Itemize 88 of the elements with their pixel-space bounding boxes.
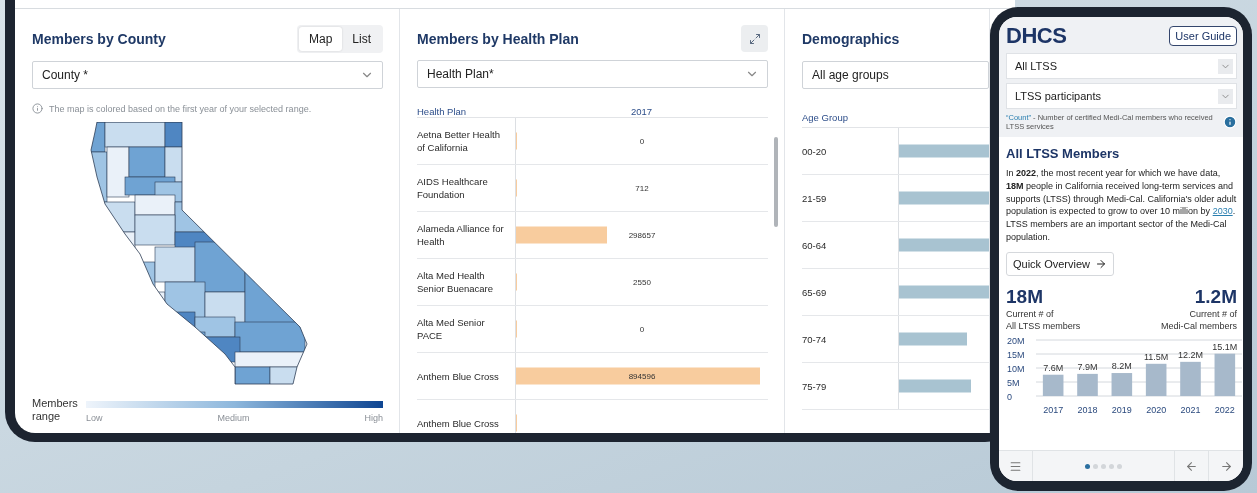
bar-value: 0 <box>639 324 645 334</box>
age-group-dropdown[interactable]: All age groups <box>802 61 989 89</box>
table-cell-text: Alta Med Health Senior Buenacare <box>417 269 495 296</box>
scrollbar[interactable] <box>774 137 778 227</box>
stat-label: Current # of <box>1189 307 1237 320</box>
stat-label: All LTSS members <box>1006 319 1081 332</box>
chevron-icon <box>1218 58 1233 74</box>
bar-value: 712 <box>635 183 649 193</box>
bar-value: 2550 <box>633 277 651 287</box>
year-label: 2018 <box>1077 404 1098 415</box>
section-title: All LTSS Members <box>1006 146 1121 161</box>
value-label: 8.2M <box>1111 360 1132 371</box>
quick-overview-button[interactable]: Quick Overview <box>1006 251 1115 276</box>
view-tab[interactable]: List <box>342 27 381 51</box>
table-cell-text: Anthem Blue Cross <box>417 369 500 384</box>
panel-title: Demographics <box>802 31 900 47</box>
legend-label: Medium <box>217 413 250 423</box>
value-label: 11.5M <box>1144 351 1169 362</box>
stat-value: 18M <box>1006 285 1043 308</box>
bar-value: 0 <box>639 136 645 146</box>
legend-title: Members range <box>32 397 78 423</box>
year-label: 2020 <box>1146 404 1167 415</box>
value-label: 7.9M <box>1077 361 1098 372</box>
column-header: Age Group <box>802 111 849 123</box>
info-icon[interactable] <box>1223 115 1237 129</box>
year-label: 2019 <box>1111 404 1132 415</box>
legend-label: High <box>364 413 383 423</box>
chart-bar <box>1145 363 1167 396</box>
panel-title: Members by Health Plan <box>417 30 579 47</box>
page-dot[interactable] <box>1101 463 1106 469</box>
page-dot[interactable] <box>1117 463 1122 469</box>
menu-icon <box>1009 459 1022 473</box>
table-cell-text: 75-79 <box>802 379 828 394</box>
year-link[interactable]: 2030 <box>1212 206 1233 217</box>
info-icon <box>32 103 43 114</box>
table-cell-text: Alta Med Senior PACE <box>417 316 486 343</box>
logo: DHCS <box>1006 23 1067 49</box>
user-guide-button[interactable]: User Guide <box>1169 26 1237 46</box>
value-label: 12.2M <box>1178 349 1203 360</box>
page-dot[interactable] <box>1109 463 1114 469</box>
axis-tick-label: 10M <box>1007 363 1025 374</box>
year-label: 2021 <box>1180 404 1201 415</box>
year-label: 2022 <box>1214 404 1235 415</box>
stat-value: 1.2M <box>1194 285 1237 308</box>
table-cell-text: Alameda Alliance for Health <box>417 222 505 249</box>
view-tab[interactable]: Map <box>298 27 343 51</box>
column-header: 2017 <box>629 106 654 117</box>
chevron-icon <box>1218 88 1233 104</box>
page-dot[interactable] <box>1085 463 1090 469</box>
bar-value: 894596 <box>628 371 656 381</box>
axis-tick-label: 20M <box>1007 335 1025 346</box>
health-plan-dropdown[interactable]: Health Plan* <box>417 60 768 88</box>
page-dot[interactable] <box>1093 463 1098 469</box>
expand-icon <box>748 32 761 45</box>
chart-bar <box>1111 372 1133 396</box>
table-cell-text: 21-59 <box>802 191 828 206</box>
panel-title: Members by County <box>32 31 166 47</box>
table-cell-text: 60-64 <box>802 238 828 253</box>
bar-value: 298657 <box>628 230 656 240</box>
axis-tick-label: 15M <box>1007 349 1025 360</box>
column-header: Health Plan <box>417 106 468 117</box>
chart-bar <box>1180 361 1201 396</box>
table-cell-text: 70-74 <box>802 332 828 347</box>
filter-select[interactable]: All LTSS <box>1006 53 1237 79</box>
axis-tick-label: 0 <box>1007 391 1012 402</box>
value-label: 15.1M <box>1212 341 1238 352</box>
axis-tick-label: 5M <box>1007 377 1020 388</box>
legend-label: Low <box>86 413 103 423</box>
arrow-right-icon <box>1219 459 1233 473</box>
intro-paragraph: In 2022, the most recent year for which we have data, 18M people in California received long-term services and supports (LTSS) through Medi-Cal. California's older adult population is expected to grow to over 10 million by 2030. LTSS members are an important sector of the Medi-Cal population. <box>1006 167 1237 244</box>
map-note: The map is colored based on the first year of your selected range. <box>49 103 312 114</box>
year-label: 2017 <box>1043 404 1064 415</box>
chart-bar <box>1077 373 1098 396</box>
stat-label: Medi-Cal members <box>1160 319 1237 332</box>
table-cell-text: 65-69 <box>802 285 828 300</box>
chart-bar <box>1042 374 1064 396</box>
table-cell-text: 00-20 <box>802 144 828 159</box>
arrow-right-icon <box>1095 257 1108 270</box>
chart-bar <box>1214 353 1236 396</box>
table-cell-text: Aetna Better Health of California <box>417 128 501 155</box>
table-cell-text: Anthem Blue Cross <box>417 416 500 431</box>
expand-button[interactable] <box>741 25 768 52</box>
table-cell-text: AIDS Healthcare Foundation <box>417 175 489 202</box>
filter-select[interactable]: LTSS participants <box>1006 83 1237 109</box>
value-label: 7.6M <box>1043 362 1064 373</box>
arrow-left-icon <box>1185 459 1198 473</box>
stat-label: Current # of <box>1006 307 1054 320</box>
county-dropdown[interactable]: County * <box>32 61 383 89</box>
